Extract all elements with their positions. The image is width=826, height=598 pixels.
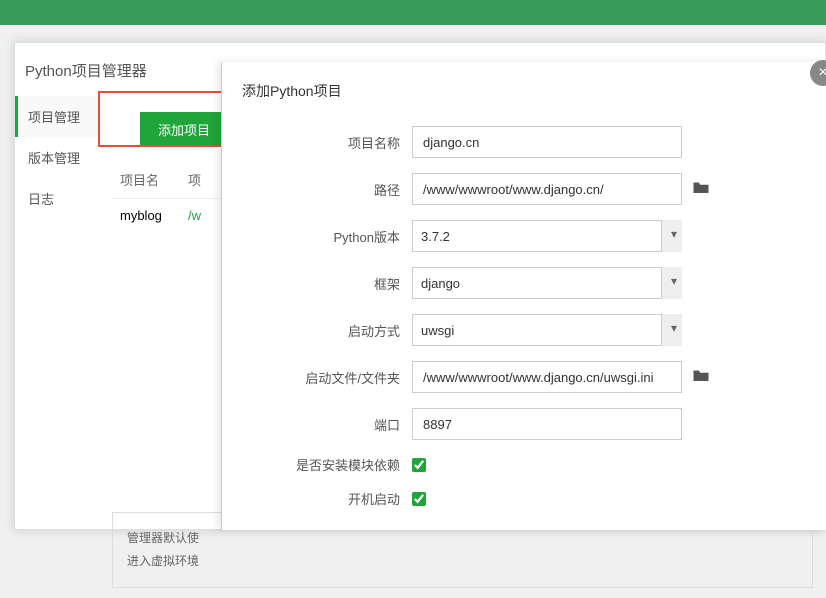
folder-icon[interactable] xyxy=(692,367,710,388)
info-line: 进入虚拟环境 xyxy=(127,550,798,573)
label-framework: 框架 xyxy=(242,274,412,293)
modal-title: 添加Python项目 xyxy=(222,62,826,126)
python-version-select[interactable]: 3.7.2 xyxy=(412,220,682,252)
project-name-input[interactable] xyxy=(412,126,682,158)
sidebar: 项目管理 版本管理 日志 xyxy=(15,96,100,598)
label-start-file: 启动文件/文件夹 xyxy=(242,368,412,387)
label-install-deps: 是否安装模块依赖 xyxy=(242,455,412,474)
start-file-input[interactable] xyxy=(412,361,682,393)
top-banner xyxy=(0,0,826,25)
label-path: 路径 xyxy=(242,180,412,199)
col-header-name: 项目名 xyxy=(120,170,188,189)
label-python-version: Python版本 xyxy=(242,227,412,246)
folder-icon[interactable] xyxy=(692,179,710,200)
info-line: 管理器默认使 xyxy=(127,527,798,550)
path-input[interactable] xyxy=(412,173,682,205)
sidebar-item-versions[interactable]: 版本管理 xyxy=(15,137,100,178)
start-method-select[interactable]: uwsgi xyxy=(412,314,682,346)
add-project-button[interactable]: 添加项目 xyxy=(140,112,228,147)
add-project-modal: × 添加Python项目 项目名称 路径 Python版本 3.7.2 框架 d… xyxy=(221,62,826,530)
label-start-method: 启动方式 xyxy=(242,321,412,340)
sidebar-item-projects[interactable]: 项目管理 xyxy=(15,96,100,137)
boot-start-checkbox[interactable] xyxy=(412,492,426,506)
label-boot-start: 开机启动 xyxy=(242,489,412,508)
label-port: 端口 xyxy=(242,415,412,434)
framework-select[interactable]: django xyxy=(412,267,682,299)
modal-form: 项目名称 路径 Python版本 3.7.2 框架 django 启动方式 uw… xyxy=(222,126,826,508)
cell-name: myblog xyxy=(120,208,188,223)
sidebar-item-logs[interactable]: 日志 xyxy=(15,178,100,219)
port-input[interactable] xyxy=(412,408,682,440)
install-deps-checkbox[interactable] xyxy=(412,458,426,472)
label-project-name: 项目名称 xyxy=(242,133,412,152)
